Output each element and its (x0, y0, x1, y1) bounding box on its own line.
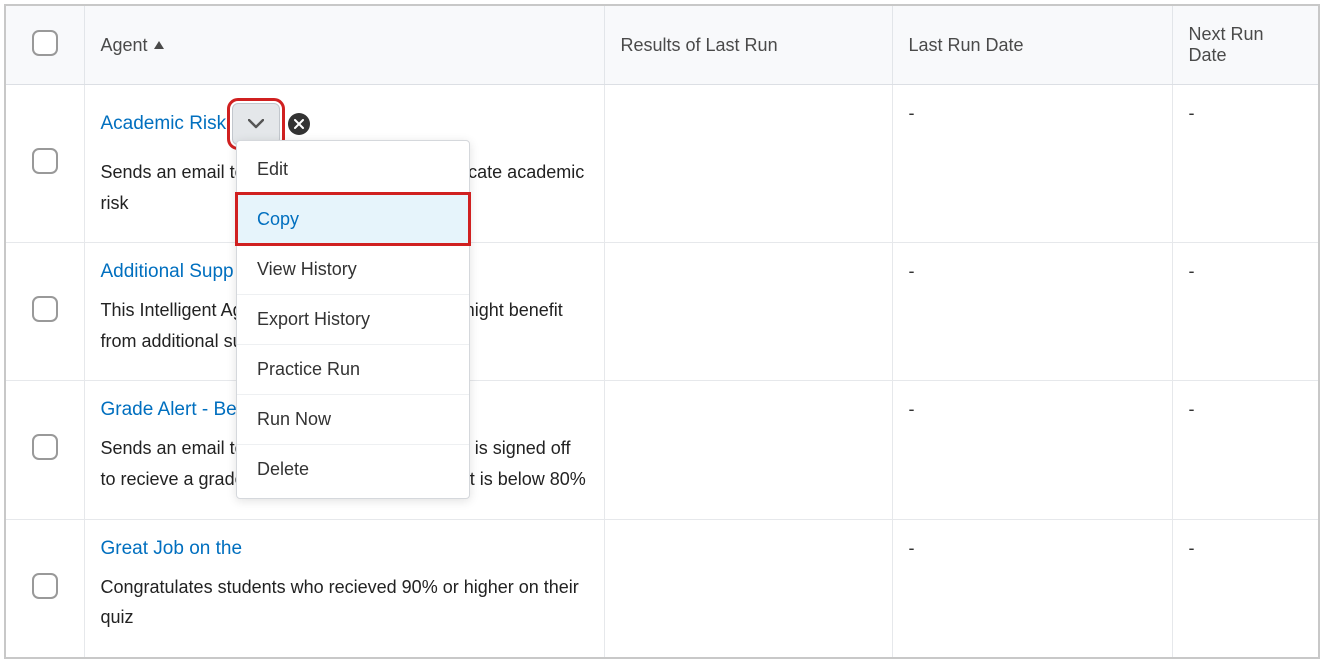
next-run-cell: - (1172, 381, 1318, 519)
sort-by-agent[interactable]: Agent (101, 35, 164, 56)
row-checkbox[interactable] (32, 148, 58, 174)
header-next-run-label: Next Run Date (1189, 24, 1264, 65)
select-all-checkbox[interactable] (32, 30, 58, 56)
header-results[interactable]: Results of Last Run (604, 6, 892, 85)
results-cell (604, 519, 892, 657)
last-run-cell: - (892, 243, 1172, 381)
agent-link[interactable]: Great Job on the (101, 538, 243, 560)
next-run-cell: - (1172, 519, 1318, 657)
sort-ascending-icon (154, 41, 164, 49)
menu-item-practice-run[interactable]: Practice Run (237, 344, 469, 394)
row-checkbox[interactable] (32, 296, 58, 322)
header-results-label: Results of Last Run (621, 35, 778, 55)
header-agent-label: Agent (101, 35, 148, 56)
table-row: Great Job on the Congratulates students … (6, 519, 1318, 657)
row-checkbox-cell (6, 519, 84, 657)
disabled-indicator-icon (288, 113, 310, 135)
results-cell (604, 381, 892, 519)
row-checkbox-cell (6, 243, 84, 381)
agent-link[interactable]: Additional Supp (101, 261, 234, 283)
row-actions-button[interactable] (232, 103, 280, 145)
row-actions-menu: Edit Copy View History Export History Pr… (236, 140, 470, 499)
table-row: Grade Alert - Be Sends an email to stude… (6, 381, 1318, 519)
header-agent[interactable]: Agent (84, 6, 604, 85)
header-checkbox-cell (6, 6, 84, 85)
row-checkbox[interactable] (32, 573, 58, 599)
menu-item-export-history[interactable]: Export History (237, 294, 469, 344)
menu-item-run-now[interactable]: Run Now (237, 394, 469, 444)
header-next-run[interactable]: Next Run Date (1172, 6, 1318, 85)
agent-description: Congratulates students who recieved 90% … (101, 572, 588, 633)
menu-item-edit[interactable]: Edit (237, 145, 469, 194)
last-run-cell: - (892, 85, 1172, 243)
next-run-cell: - (1172, 85, 1318, 243)
table-row: Academic Risk Sends an email to the stud… (6, 85, 1318, 243)
header-last-run[interactable]: Last Run Date (892, 6, 1172, 85)
last-run-cell: - (892, 519, 1172, 657)
results-cell (604, 85, 892, 243)
agents-table: Agent Results of Last Run Last Run Date … (6, 6, 1318, 657)
menu-item-copy[interactable]: Copy (237, 194, 469, 244)
agent-link[interactable]: Academic Risk (101, 113, 227, 135)
row-checkbox-cell (6, 381, 84, 519)
header-last-run-label: Last Run Date (909, 35, 1024, 55)
next-run-cell: - (1172, 243, 1318, 381)
menu-item-delete[interactable]: Delete (237, 444, 469, 494)
menu-item-view-history[interactable]: View History (237, 244, 469, 294)
row-checkbox-cell (6, 85, 84, 243)
table-row: Additional Supp This Intelligent Agent i… (6, 243, 1318, 381)
results-cell (604, 243, 892, 381)
last-run-cell: - (892, 381, 1172, 519)
agent-link[interactable]: Grade Alert - Be (101, 399, 237, 421)
agent-cell: Great Job on the Congratulates students … (84, 519, 604, 657)
agents-table-container: Agent Results of Last Run Last Run Date … (4, 4, 1320, 659)
chevron-down-icon (248, 119, 264, 129)
row-checkbox[interactable] (32, 434, 58, 460)
